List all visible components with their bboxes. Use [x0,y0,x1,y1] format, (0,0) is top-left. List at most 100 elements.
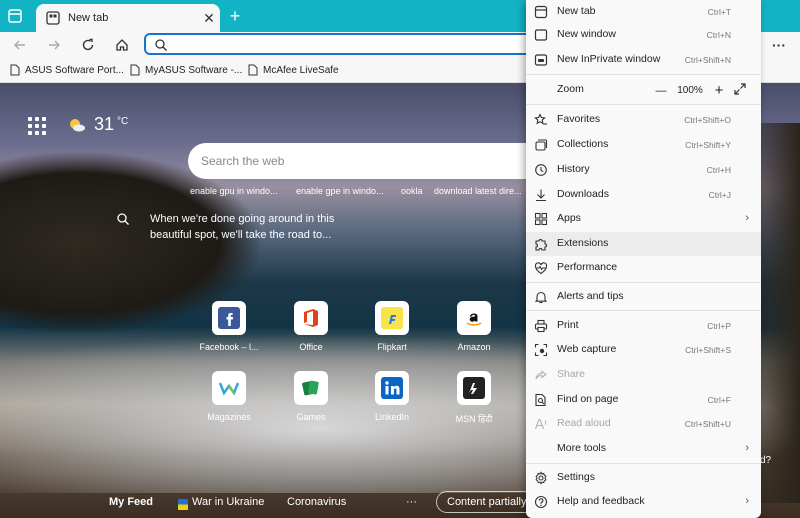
menu-item-settings[interactable]: Settings [526,466,761,490]
web-search-input[interactable]: Search the web [188,143,548,179]
amazon-icon [466,313,482,326]
bookmark-item[interactable]: ASUS Software Port... [10,63,124,77]
arrow-left-icon [14,40,25,50]
weather-sun-cloud-icon [70,118,85,131]
new-tab-icon [534,5,548,19]
menu-item-more-tools[interactable]: More tools › [526,437,761,461]
menu-item-help-and-feedback[interactable]: Help and feedback › [526,490,761,514]
quick-link-office[interactable]: Office [276,301,346,352]
tab-new-tab[interactable]: New tab ✕ [36,4,220,32]
star-list-icon [534,113,547,125]
ukraine-flag-icon [178,497,188,510]
quick-link-facebook[interactable]: Facebook – l... [194,301,264,352]
bookmark-item[interactable]: McAfee LiveSafe [248,63,339,77]
menu-item-print[interactable]: Print Ctrl+P [526,314,761,338]
quick-link-amazon[interactable]: Amazon [439,301,509,352]
help-icon [534,495,548,509]
magazines-icon [218,382,240,396]
menu-item-collections[interactable]: Collections Ctrl+Shift+Y [526,133,761,157]
collections-icon [535,139,548,151]
new-tab-page-icon [46,11,60,25]
feed-tab-my-feed[interactable]: My Feed [109,496,153,508]
quick-link-linkedin[interactable]: LinkedIn [357,371,427,422]
tab-title: New tab [68,12,109,24]
menu-item-apps[interactable]: Apps › [526,207,761,231]
page-icon [130,64,140,76]
search-suggestion[interactable]: enable gpu in windo... [190,186,278,196]
msn-icon [463,377,485,399]
menu-separator [526,74,761,75]
menu-separator [526,104,761,105]
feed-tab-coronavirus[interactable]: Coronavirus [287,496,346,508]
apps-icon [534,212,548,226]
quick-link-games[interactable]: Games [276,371,346,422]
tab-close-icon[interactable]: ✕ [198,7,220,29]
forward-button[interactable] [44,35,64,55]
menu-separator [526,463,761,464]
chevron-right-icon: › [745,212,749,224]
weather-widget[interactable]: 31 °C [68,114,128,135]
zoom-out-button[interactable]: — [651,85,671,97]
share-icon [535,370,547,380]
weather-temperature: 31 [94,114,115,134]
zoom-in-button[interactable]: + [709,82,729,99]
menu-item-web-capture[interactable]: Web capture Ctrl+Shift+S [526,338,761,362]
read-aloud-icon [534,418,547,430]
refresh-icon [82,38,94,51]
new-tab-button[interactable]: + [226,7,244,25]
quick-link-magazines[interactable]: Magazines [194,371,264,422]
tab-actions-button[interactable] [4,6,26,26]
menu-item-zoom: Zoom — 100% + [526,78,761,102]
inprivate-icon [534,54,548,66]
new-window-icon [534,29,548,41]
search-suggestion[interactable]: download latest dire... [434,186,522,196]
menu-item-new-window[interactable]: New window Ctrl+N [526,23,761,47]
home-icon [116,39,128,51]
menu-item-new-inprivate-window[interactable]: New InPrivate window Ctrl+Shift+N [526,48,761,72]
menu-item-find-on-page[interactable]: Find on page Ctrl+F [526,388,761,412]
printer-icon [534,319,548,333]
chevron-right-icon: › [745,442,749,454]
quick-link-msn[interactable]: MSN हिंदी [439,371,509,425]
bookmark-item[interactable]: MyASUS Software -... [130,63,242,77]
menu-item-favorites[interactable]: Favorites Ctrl+Shift+O [526,108,761,132]
refresh-button[interactable] [78,35,98,55]
settings-menu: New tab Ctrl+T New window Ctrl+N New InP… [526,0,761,518]
menu-item-extensions[interactable]: Extensions [526,232,761,256]
fullscreen-icon[interactable] [729,83,751,98]
heart-pulse-icon [534,262,548,275]
menu-item-new-tab[interactable]: New tab Ctrl+T [526,0,761,24]
page-icon [248,64,258,76]
menu-item-history[interactable]: History Ctrl+H [526,158,761,182]
zoom-value: 100% [677,85,703,96]
quick-link-flipkart[interactable]: Flipkart [357,301,427,352]
gear-icon [535,471,547,485]
search-suggestion[interactable]: enable gpe in windo... [296,186,384,196]
menu-item-share[interactable]: Share [526,363,761,387]
chevron-right-icon: › [745,495,749,507]
address-bar[interactable] [144,33,564,55]
back-button[interactable] [10,35,30,55]
office-icon [304,309,318,327]
home-button[interactable] [112,35,132,55]
games-icon [302,380,319,396]
menu-item-performance[interactable]: Performance [526,256,761,280]
search-suggestion[interactable]: ookla [401,186,423,196]
app-launcher-icon[interactable] [28,117,46,135]
bell-icon [534,291,548,304]
feed-more-button[interactable]: ··· [406,496,417,508]
menu-item-downloads[interactable]: Downloads Ctrl+J [526,183,761,207]
history-icon [535,164,547,176]
image-promo-text[interactable]: When we're done going around in this bea… [150,211,350,243]
menu-separator [526,282,761,283]
menu-item-alerts-and-tips[interactable]: Alerts and tips [526,285,761,309]
find-on-page-icon [535,393,546,407]
linkedin-icon [381,377,403,399]
menu-item-read-aloud[interactable]: Read aloud Ctrl+Shift+U [526,412,761,436]
zoom-controls: — 100% + [651,82,751,99]
arrow-right-icon [49,40,60,50]
settings-and-more-button[interactable]: ··· [768,35,790,55]
facebook-icon [218,307,240,329]
feed-tab-war-in-ukraine[interactable]: War in Ukraine [192,496,264,508]
search-icon [155,39,167,51]
